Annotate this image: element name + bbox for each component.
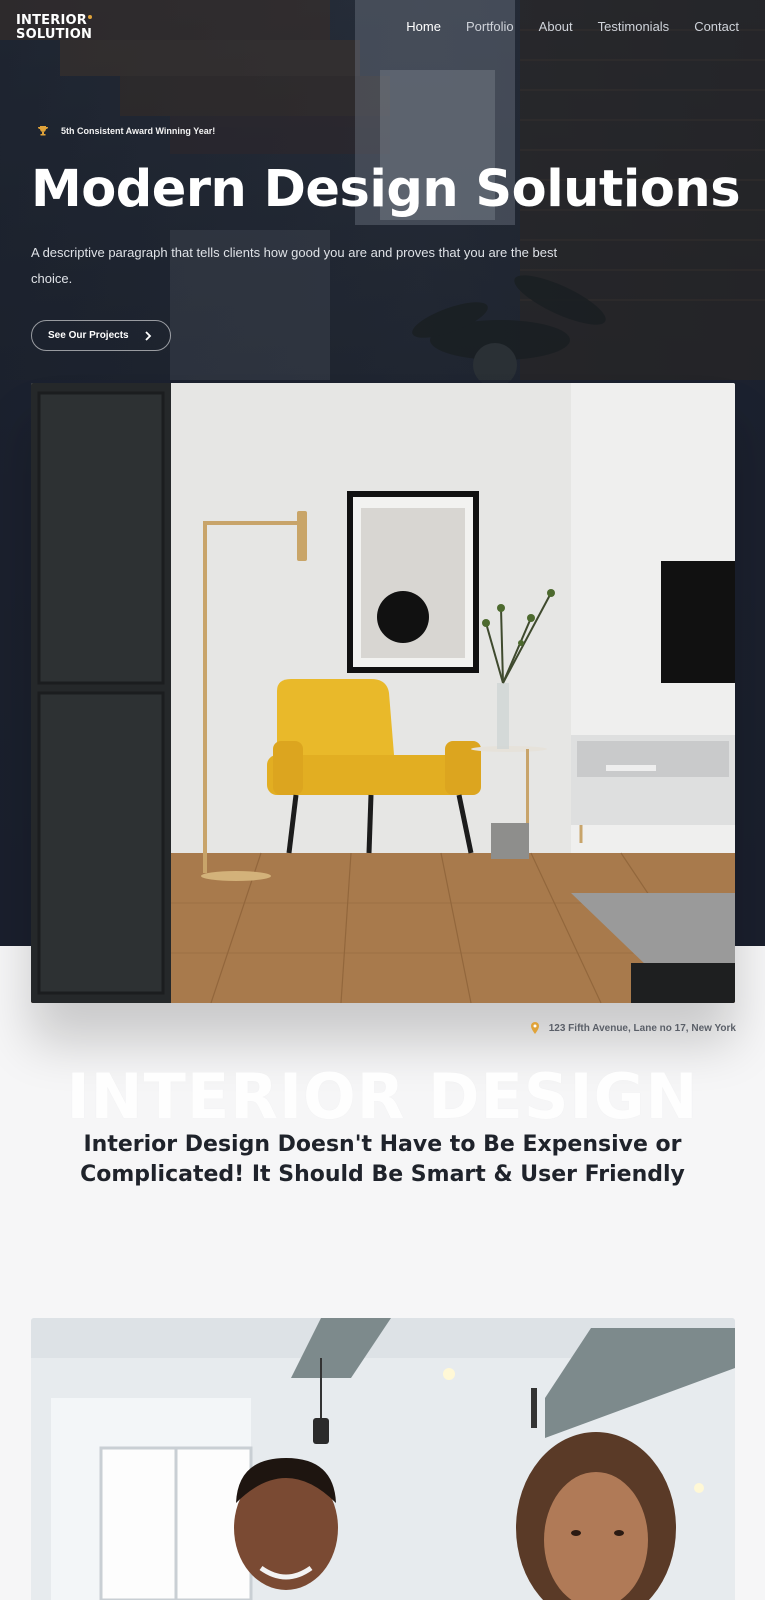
nav-about[interactable]: About bbox=[539, 19, 573, 34]
address-text: 123 Fifth Avenue, Lane no 17, New York bbox=[548, 1022, 736, 1034]
cta-label: See Our Projects bbox=[48, 330, 129, 341]
brand-logo[interactable]: INTERIOR SOLUTION bbox=[16, 14, 92, 42]
nav-contact[interactable]: Contact bbox=[694, 19, 739, 34]
trophy-icon bbox=[38, 126, 48, 136]
nav-portfolio[interactable]: Portfolio bbox=[466, 19, 514, 34]
address-line: 123 Fifth Avenue, Lane no 17, New York bbox=[530, 1022, 736, 1034]
nav-testimonials[interactable]: Testimonials bbox=[598, 19, 670, 34]
intro-heading: Interior Design Doesn't Have to Be Expen… bbox=[0, 1130, 765, 1190]
brand-line-2: SOLUTION bbox=[16, 27, 93, 42]
chevron-right-icon bbox=[145, 331, 152, 341]
intro-heading-line-2: Complicated! It Should Be Smart & User F… bbox=[80, 1162, 685, 1187]
watermark-text: INTERIOR DESIGN bbox=[66, 1060, 699, 1133]
hero-title: Modern Design Solutions bbox=[31, 160, 741, 219]
nav-home[interactable]: Home bbox=[406, 19, 441, 34]
see-projects-button[interactable]: See Our Projects bbox=[31, 320, 171, 351]
award-badge: 5th Consistent Award Winning Year! bbox=[37, 125, 215, 137]
intro-heading-line-1: Interior Design Doesn't Have to Be Expen… bbox=[83, 1132, 682, 1157]
main-nav: Home Portfolio About Testimonials Contac… bbox=[406, 19, 739, 34]
map-pin-icon bbox=[530, 1022, 539, 1034]
team-photo bbox=[31, 1318, 735, 1600]
brand-accent-dot bbox=[87, 15, 92, 19]
featured-interior-image bbox=[31, 383, 735, 1003]
award-text: 5th Consistent Award Winning Year! bbox=[61, 126, 216, 136]
hero-description: A descriptive paragraph that tells clien… bbox=[31, 245, 558, 286]
brand-line-1: INTERIOR bbox=[16, 13, 87, 28]
